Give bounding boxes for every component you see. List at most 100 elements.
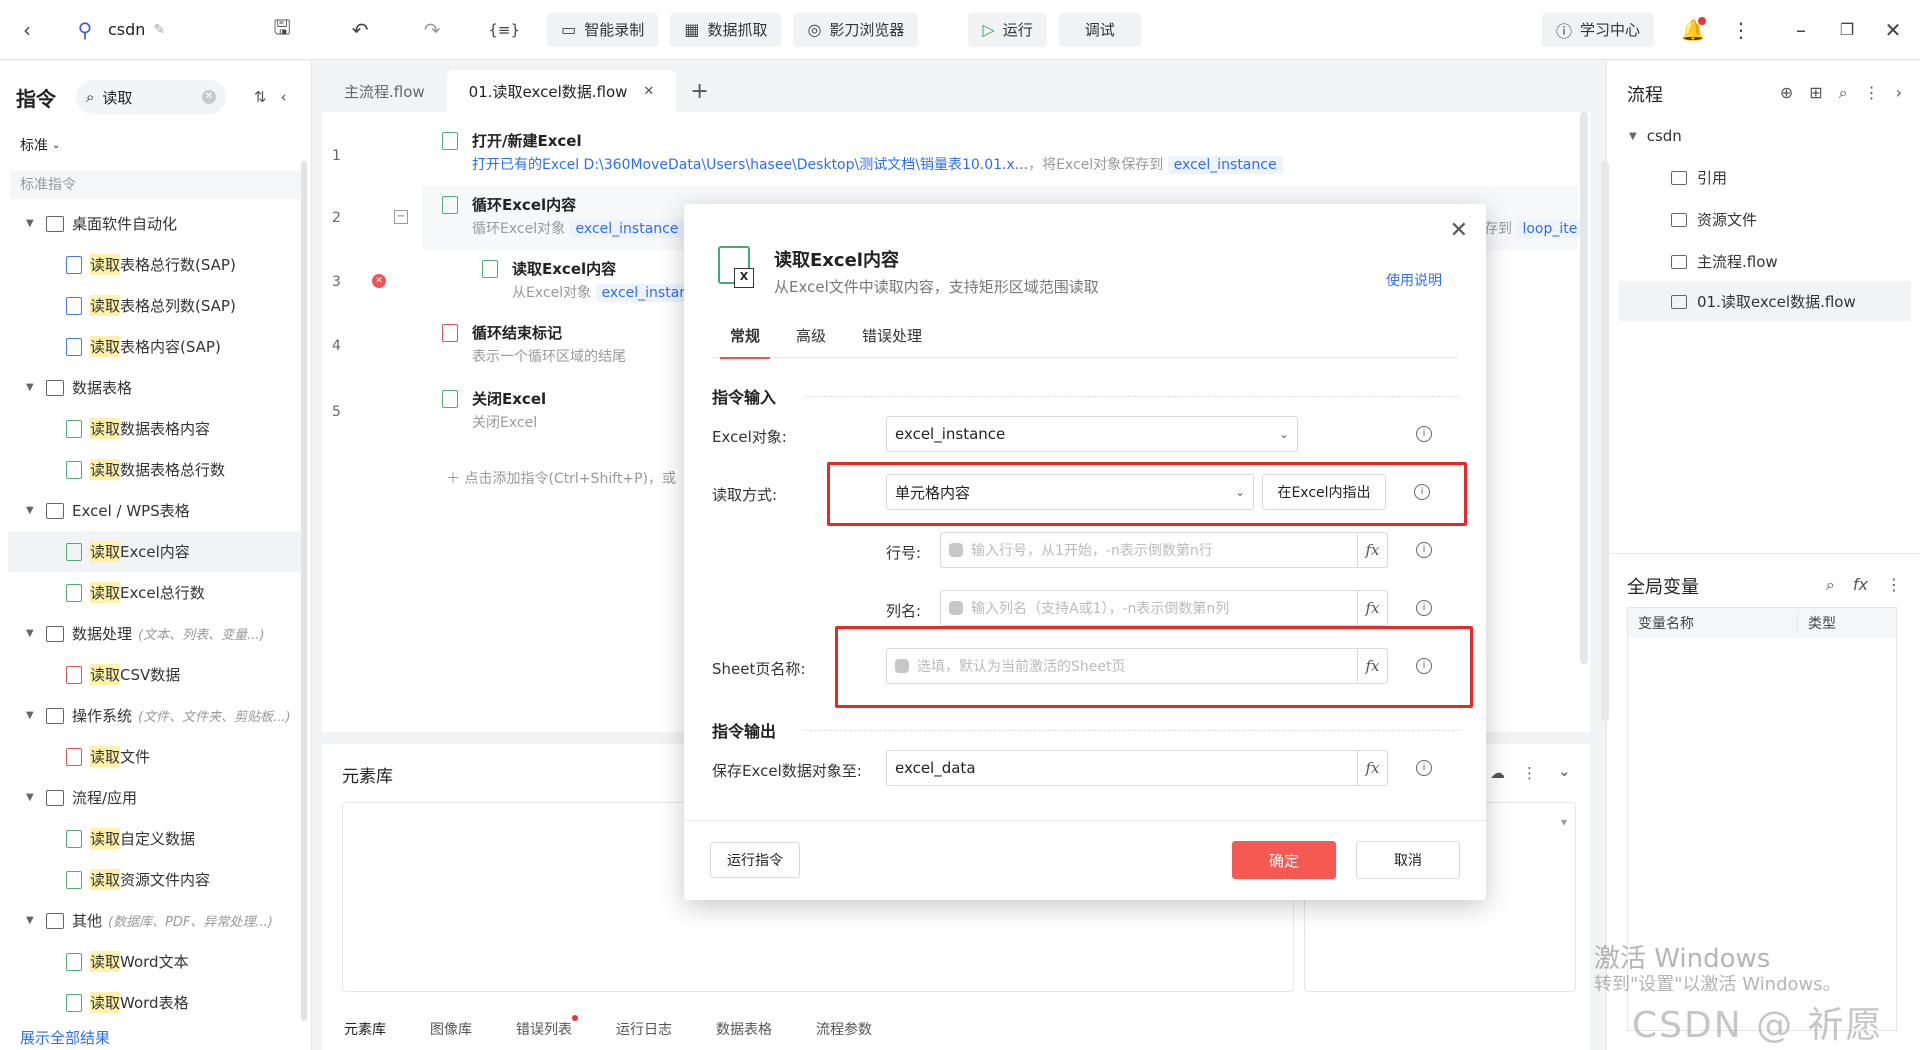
edit-pencil-icon[interactable]: ✎	[153, 22, 165, 38]
variable-chip[interactable]: excel_instance	[569, 220, 685, 238]
add-module-icon[interactable]: ⊞	[1809, 83, 1822, 103]
more-vertical-icon[interactable]: ⋮	[1864, 83, 1880, 103]
confirm-button[interactable]: 确定	[1232, 841, 1336, 879]
undo-icon[interactable]: ↶	[343, 13, 377, 47]
excel-object-select[interactable]: excel_instance ⌄	[886, 416, 1298, 452]
redo-icon[interactable]: ↷	[415, 13, 449, 47]
tab-error-handling[interactable]: 错误处理	[844, 322, 940, 358]
notification-bell-icon[interactable]: 🔔	[1676, 13, 1710, 47]
step-title[interactable]: 循环Excel内容	[472, 194, 576, 215]
more-vertical-icon[interactable]: ⋮	[1886, 575, 1902, 595]
collapse-panel-icon[interactable]: ‹	[281, 88, 287, 106]
upload-cloud-icon[interactable]: ☁	[1490, 764, 1505, 782]
run-command-button[interactable]: 运行指令	[710, 842, 800, 878]
row-number-input[interactable]: 输入行号，从1开始，-n表示倒数第n行 fx	[940, 532, 1388, 568]
sort-icon[interactable]: ⇅	[254, 88, 267, 106]
save-icon[interactable]: 🖫	[265, 13, 299, 47]
close-dialog-icon[interactable]: ✕	[1450, 218, 1468, 243]
yingdao-browser-button[interactable]: ◎ 影刀浏览器	[793, 12, 919, 47]
editor-scrollbar[interactable]	[1580, 112, 1588, 664]
info-icon[interactable]: i	[1416, 542, 1432, 558]
tab-images[interactable]: 图像库	[408, 1019, 494, 1039]
command-item[interactable]: 读取 Excel总行数	[0, 572, 311, 613]
code-braces-icon[interactable]: {≡}	[487, 13, 521, 47]
maximize-icon[interactable]: ❐	[1830, 13, 1864, 47]
command-item[interactable]: 读取 表格总行数(SAP)	[0, 244, 311, 285]
command-item[interactable]: 读取 自定义数据	[0, 818, 311, 859]
collapse-icon[interactable]: −	[394, 210, 408, 224]
category-item[interactable]: ▼ 流程/应用	[0, 777, 311, 818]
info-icon[interactable]: i	[1416, 760, 1432, 776]
command-item[interactable]: 读取 资源文件内容	[0, 859, 311, 900]
usage-help-link[interactable]: 使用说明	[1386, 270, 1442, 290]
tree-item-read-excel-flow[interactable]: 01.读取excel数据.flow	[1671, 291, 1856, 312]
function-icon[interactable]: fx	[1357, 532, 1387, 568]
variable-chip[interactable]: loop_ite	[1516, 220, 1584, 238]
show-all-results-link[interactable]: 展示全部结果	[20, 1027, 110, 1048]
tab-main-flow[interactable]: 主流程.flow	[322, 70, 447, 112]
chevron-down-icon[interactable]: ⌄	[1558, 762, 1571, 780]
tab-data-table[interactable]: 数据表格	[694, 1019, 794, 1039]
learning-center-button[interactable]: ⓘ 学习中心	[1541, 12, 1654, 47]
command-item[interactable]: 读取 Word表格	[0, 982, 311, 1023]
function-icon[interactable]: fx	[1853, 575, 1868, 595]
command-item[interactable]: 读取 数据表格总行数	[0, 449, 311, 490]
data-capture-button[interactable]: ▦ 数据抓取	[670, 12, 782, 47]
category-item[interactable]: ▼ Excel / WPS表格	[0, 490, 311, 531]
smart-record-button[interactable]: ▭ 智能录制	[547, 12, 659, 47]
category-item[interactable]: ▼ 数据表格	[0, 367, 311, 408]
command-search-input[interactable]: ⌕ 读取 ✕	[76, 80, 226, 114]
step-title[interactable]: 读取Excel内容	[512, 258, 616, 279]
command-item[interactable]: 读取 表格总列数(SAP)	[0, 285, 311, 326]
debug-button[interactable]: 调试	[1058, 12, 1141, 47]
info-icon[interactable]: i	[1416, 426, 1432, 442]
dropdown-caret-icon[interactable]: ▾	[1552, 802, 1576, 842]
tree-item-references[interactable]: 引用	[1671, 167, 1727, 188]
search-icon[interactable]: ⌕	[1826, 575, 1835, 595]
error-icon[interactable]: ✕	[372, 274, 386, 288]
add-tab-icon[interactable]: +	[676, 70, 722, 112]
more-vertical-icon[interactable]: ⋮	[1522, 764, 1537, 782]
back-arrow-icon[interactable]: ‹	[10, 13, 44, 47]
command-item[interactable]: 读取 Excel内容	[8, 531, 303, 572]
right-scrollbar[interactable]	[1601, 161, 1609, 721]
tab-read-excel-flow[interactable]: 01.读取excel数据.flow ✕	[446, 70, 677, 112]
info-icon[interactable]: i	[1416, 600, 1432, 616]
minimize-icon[interactable]: –	[1784, 13, 1818, 47]
column-name-input[interactable]: 输入列名（支持A或1），-n表示倒数第n列 fx	[940, 590, 1388, 626]
command-item[interactable]: 读取 文件	[0, 736, 311, 777]
left-scrollbar[interactable]	[301, 161, 307, 1021]
add-flow-icon[interactable]: ⊕	[1780, 83, 1793, 103]
close-window-icon[interactable]: ✕	[1876, 13, 1910, 47]
tab-general[interactable]: 常规	[712, 322, 778, 359]
command-item[interactable]: 读取 表格内容(SAP)	[0, 326, 311, 367]
variable-chip[interactable]: excel_instar	[595, 284, 692, 302]
category-item[interactable]: ▼ 数据处理 (文本、列表、变量...)	[0, 613, 311, 654]
category-item[interactable]: ▼ 操作系统 (文件、文件夹、剪贴板...)	[0, 695, 311, 736]
command-item[interactable]: 读取 数据表格内容	[0, 408, 311, 449]
tree-item-main-flow[interactable]: 主流程.flow	[1671, 251, 1778, 272]
step-title[interactable]: 打开/新建Excel	[472, 130, 582, 151]
function-icon[interactable]: fx	[1357, 590, 1387, 626]
tab-flow-params[interactable]: 流程参数	[794, 1019, 894, 1039]
tab-elements[interactable]: 元素库	[322, 1019, 408, 1039]
add-command-hint[interactable]: ＋ 点击添加指令(Ctrl+Shift+P)，或	[446, 468, 676, 488]
category-item[interactable]: ▼ 桌面软件自动化	[0, 203, 311, 244]
step-title[interactable]: 循环结束标记	[472, 322, 562, 343]
command-item[interactable]: 读取 CSV数据	[0, 654, 311, 695]
close-tab-icon[interactable]: ✕	[643, 84, 654, 99]
variable-chip[interactable]: excel_instance	[1167, 156, 1283, 174]
clear-search-icon[interactable]: ✕	[202, 90, 216, 104]
chevron-right-icon[interactable]: ›	[1896, 83, 1902, 103]
filter-dropdown[interactable]: 标准 ⌄	[0, 133, 311, 157]
category-item[interactable]: ▼ 其他 (数据库、PDF、异常处理...)	[0, 900, 311, 941]
step-title[interactable]: 关闭Excel	[472, 388, 546, 409]
more-vertical-icon[interactable]: ⋮	[1724, 13, 1758, 47]
search-icon[interactable]: ⌕	[1839, 83, 1848, 103]
tab-run-log[interactable]: 运行日志	[594, 1019, 694, 1039]
tab-errors[interactable]: 错误列表	[494, 1015, 594, 1039]
tree-root[interactable]: ▼ csdn	[1629, 127, 1682, 145]
tab-advanced[interactable]: 高级	[778, 322, 844, 358]
function-icon[interactable]: fx	[1357, 750, 1387, 786]
run-button[interactable]: ▷ 运行	[968, 12, 1047, 47]
